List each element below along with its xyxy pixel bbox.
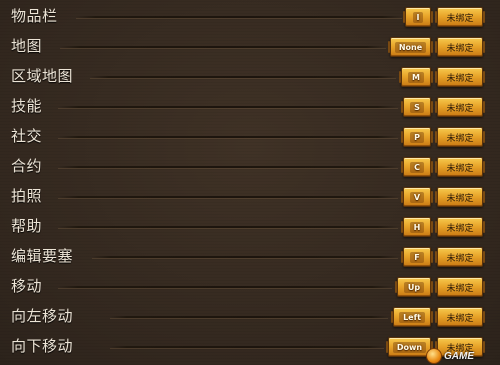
primary-key-label: I [412, 11, 424, 23]
row-divider [90, 76, 396, 78]
row-divider [58, 226, 398, 228]
action-label: 技能 [11, 97, 43, 115]
site-watermark: GAME [426, 347, 500, 365]
primary-key-button[interactable]: V [401, 187, 433, 207]
row-divider [60, 46, 386, 48]
action-label: 地图 [11, 37, 43, 55]
action-label: 物品栏 [11, 7, 58, 25]
secondary-key-button[interactable]: 未绑定 [435, 247, 485, 267]
primary-key-label: C [410, 161, 424, 173]
primary-key-label: Up [403, 281, 425, 293]
secondary-key-button[interactable]: 未绑定 [435, 217, 485, 237]
primary-key-label: Left [399, 311, 425, 323]
row-divider [58, 136, 398, 138]
secondary-key-label: 未绑定 [446, 73, 474, 84]
action-label: 合约 [11, 157, 43, 175]
primary-key-button[interactable]: Up [395, 277, 433, 297]
watermark-text: GAME [444, 350, 474, 362]
primary-key-label: P [410, 131, 424, 143]
secondary-key-button[interactable]: 未绑定 [435, 157, 485, 177]
keybind-row-social: 社交 P 未绑定 [0, 122, 500, 152]
secondary-key-label: 未绑定 [446, 193, 474, 204]
primary-key-label: H [409, 221, 425, 233]
secondary-key-label: 未绑定 [446, 283, 474, 294]
action-label: 帮助 [11, 217, 43, 235]
row-divider [110, 346, 384, 348]
primary-key-label: F [410, 251, 424, 263]
secondary-key-button[interactable]: 未绑定 [435, 37, 485, 57]
action-label: 向下移动 [11, 337, 74, 355]
primary-key-label: S [410, 101, 424, 113]
secondary-key-label: 未绑定 [446, 253, 474, 264]
secondary-key-label: 未绑定 [446, 133, 474, 144]
secondary-key-label: 未绑定 [446, 43, 474, 54]
secondary-key-label: 未绑定 [446, 163, 474, 174]
keybind-row-move-left: 向左移动 Left 未绑定 [0, 302, 500, 332]
secondary-key-button[interactable]: 未绑定 [435, 277, 485, 297]
row-divider [76, 16, 402, 18]
watermark-logo-icon [426, 348, 442, 364]
primary-key-button[interactable]: Down [386, 337, 433, 357]
primary-key-button[interactable]: None [388, 37, 433, 57]
action-label: 区域地图 [11, 67, 74, 85]
secondary-key-label: 未绑定 [446, 13, 474, 24]
keybind-row-edit-fortress: 编辑要塞 F 未绑定 [0, 242, 500, 272]
row-divider [58, 286, 392, 288]
secondary-key-button[interactable]: 未绑定 [435, 127, 485, 147]
action-label: 社交 [11, 127, 43, 145]
keybind-row-photo: 拍照 V 未绑定 [0, 182, 500, 212]
secondary-key-button[interactable]: 未绑定 [435, 97, 485, 117]
keybind-row-contracts: 合约 C 未绑定 [0, 152, 500, 182]
row-divider [58, 106, 398, 108]
keybind-row-move-forward: 移动 Up 未绑定 [0, 272, 500, 302]
row-divider [58, 196, 398, 198]
primary-key-button[interactable]: I [403, 7, 433, 27]
primary-key-label: V [409, 191, 425, 203]
keybind-row-move-back: 向下移动 Down 未绑定 [0, 332, 500, 362]
secondary-key-button[interactable]: 未绑定 [435, 187, 485, 207]
secondary-key-label: 未绑定 [446, 313, 474, 324]
row-divider [92, 256, 398, 258]
row-divider [110, 316, 388, 318]
primary-key-button[interactable]: H [401, 217, 433, 237]
primary-key-button[interactable]: F [401, 247, 433, 267]
primary-key-button[interactable]: S [401, 97, 433, 117]
secondary-key-button[interactable]: 未绑定 [435, 7, 485, 27]
secondary-key-button[interactable]: 未绑定 [435, 307, 485, 327]
secondary-key-button[interactable]: 未绑定 [435, 67, 485, 87]
primary-key-button[interactable]: Left [391, 307, 433, 327]
primary-key-label: Down [392, 341, 427, 353]
row-divider [58, 166, 398, 168]
primary-key-button[interactable]: P [401, 127, 433, 147]
primary-key-label: M [408, 71, 424, 83]
secondary-key-label: 未绑定 [446, 223, 474, 234]
action-label: 向左移动 [11, 307, 74, 325]
action-label: 移动 [11, 277, 43, 295]
primary-key-button[interactable]: M [399, 67, 433, 87]
keybind-row-map: 地图 None 未绑定 [0, 32, 500, 62]
secondary-key-label: 未绑定 [446, 103, 474, 114]
primary-key-label: None [394, 41, 427, 53]
action-label: 编辑要塞 [11, 247, 74, 265]
action-label: 拍照 [11, 187, 43, 205]
primary-key-button[interactable]: C [401, 157, 433, 177]
keybind-row-skills: 技能 S 未绑定 [0, 92, 500, 122]
keybind-row-inventory: 物品栏 I 未绑定 [0, 2, 500, 32]
keybind-row-help: 帮助 H 未绑定 [0, 212, 500, 242]
keybind-row-region-map: 区域地图 M 未绑定 [0, 62, 500, 92]
